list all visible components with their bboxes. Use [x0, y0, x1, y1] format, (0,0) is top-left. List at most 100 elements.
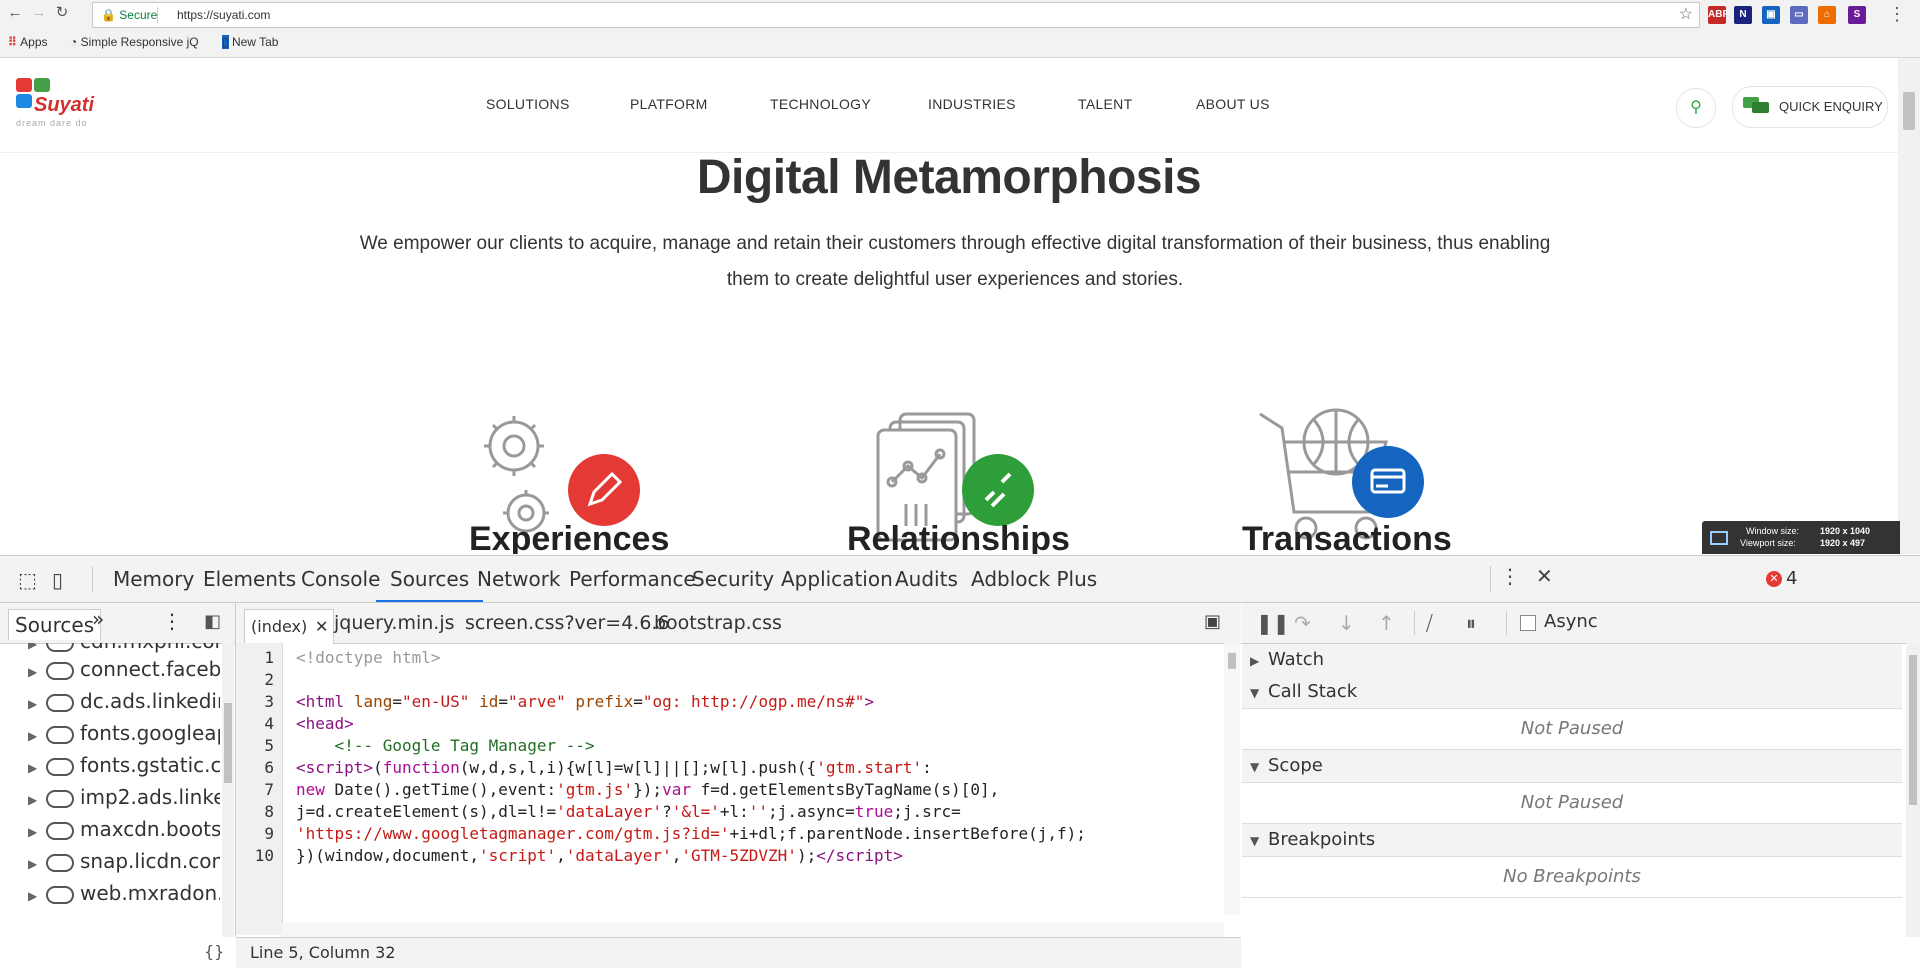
code-line[interactable]: <!doctype html> [296, 647, 441, 669]
debugger-scroll-thumb[interactable] [1909, 655, 1917, 805]
tab-network[interactable]: Network [477, 556, 561, 602]
code-area[interactable]: <!doctype html> <html lang="en-US" id="ar… [282, 643, 1224, 923]
section-breakpoints[interactable]: ▼ Breakpoints [1242, 824, 1902, 857]
section-watch[interactable]: ▶ Watch [1242, 644, 1902, 677]
back-icon[interactable]: ← [6, 4, 24, 22]
code-line[interactable]: new Date().getTime(),event:'gtm.js'});va… [296, 779, 999, 801]
menu-platform[interactable]: PLATFORM [630, 96, 708, 112]
line-number[interactable]: 9 [238, 823, 274, 845]
device-toolbar-icon[interactable]: ▯ [52, 568, 63, 592]
bookmark-apps[interactable]: ⠿ Apps [8, 33, 48, 51]
line-number[interactable]: 4 [238, 713, 274, 735]
page-scrollbar[interactable] [1898, 58, 1920, 554]
s-extension-icon[interactable]: S [1848, 6, 1866, 24]
logo-text[interactable]: Suyati [34, 94, 94, 117]
tag-icon[interactable]: ⌂ [1818, 6, 1836, 24]
editor-horizontal-scrollbar[interactable] [282, 923, 1224, 937]
navigator-scroll-thumb[interactable] [224, 703, 232, 783]
tab-console[interactable]: Console [301, 556, 380, 602]
editor-tab-index[interactable]: (index) ✕ [244, 609, 334, 644]
tab-memory[interactable]: Memory [113, 556, 194, 602]
line-number[interactable]: 2 [238, 669, 274, 691]
reload-icon[interactable]: ↻ [53, 4, 71, 22]
code-line[interactable]: j=d.createElement(s),dl=l!='dataLayer'?'… [296, 801, 961, 823]
bookmark-new-tab[interactable]: ▯ New Tab [222, 33, 278, 51]
menu-solutions[interactable]: SOLUTIONS [486, 96, 570, 112]
editor-scroll-thumb[interactable] [1228, 653, 1236, 669]
debugger-scrollbar[interactable] [1906, 643, 1920, 937]
tab-adblock-plus[interactable]: Adblock Plus [971, 556, 1097, 602]
close-tab-icon[interactable]: ✕ [315, 610, 328, 644]
navigator-menu-icon[interactable]: ⋮ [162, 609, 182, 633]
adblock-icon[interactable]: ABP [1708, 6, 1729, 24]
search-button[interactable]: ⚲ [1676, 88, 1716, 128]
editor-scrollbar[interactable] [1224, 643, 1240, 915]
tree-item-domain[interactable]: ▶ snap.licdn.com [0, 845, 220, 877]
code-line[interactable]: 'https://www.googletagmanager.com/gtm.js… [296, 823, 1086, 845]
window-size-label: Window size: [1746, 526, 1800, 536]
n-extension-icon[interactable]: N [1734, 6, 1752, 24]
tree-item-domain[interactable]: ▶ web.mxradon.com [0, 877, 220, 909]
forward-icon[interactable]: → [30, 4, 48, 22]
url-text[interactable]: https://suyati.com [177, 3, 270, 27]
code-line[interactable]: <head> [296, 713, 354, 735]
code-line[interactable]: <html lang="en-US" id="arve" prefix="og:… [296, 691, 874, 713]
navigator-tab-sources[interactable]: Sources [8, 609, 102, 640]
more-tabs-icon[interactable]: » [92, 607, 104, 631]
menu-talent[interactable]: TALENT [1078, 96, 1132, 112]
quick-enquiry-button[interactable]: QUICK ENQUIRY [1732, 86, 1888, 128]
inspect-element-icon[interactable]: ⬚ [18, 568, 37, 592]
line-number[interactable]: 1 [238, 647, 274, 669]
pretty-print-icon[interactable]: {} [204, 942, 224, 961]
step-out-icon[interactable]: ↑ [1378, 611, 1395, 635]
deactivate-breakpoints-icon[interactable]: ⧸ [1426, 611, 1433, 635]
line-number[interactable]: 6 [238, 757, 274, 779]
code-line[interactable]: <!-- Google Tag Manager --> [296, 735, 595, 757]
line-number[interactable]: 3 [238, 691, 274, 713]
line-number[interactable]: 10 [238, 845, 274, 867]
menu-technology[interactable]: TECHNOLOGY [770, 96, 871, 112]
close-devtools-icon[interactable]: ✕ [1536, 564, 1553, 588]
menu-industries[interactable]: INDUSTRIES [928, 96, 1016, 112]
tab-application[interactable]: Application [781, 556, 893, 602]
toggle-debugger-icon[interactable]: ▣ [1204, 611, 1221, 632]
page-scroll-thumb[interactable] [1903, 92, 1915, 130]
async-checkbox[interactable] [1520, 615, 1536, 631]
line-number[interactable]: 8 [238, 801, 274, 823]
tree-item-domain[interactable]: ▶ imp2.ads.linkedin.com [0, 781, 220, 813]
tree-item-domain[interactable]: ▶ maxcdn.bootstrapcdn.com [0, 813, 220, 845]
tab-sources[interactable]: Sources [376, 556, 484, 602]
code-line[interactable]: })(window,document,'script','dataLayer',… [296, 845, 903, 867]
tree-item-domain[interactable]: ▶ dc.ads.linkedin.com [0, 685, 220, 717]
chrome-menu-icon[interactable]: ⋮ [1888, 4, 1906, 25]
step-into-icon[interactable]: ↓ [1338, 611, 1355, 635]
tab-audits[interactable]: Audits [895, 556, 958, 602]
editor-tab-jquery[interactable]: jquery.min.js [334, 603, 455, 643]
tab-elements[interactable]: Elements [203, 556, 296, 602]
menu-about-us[interactable]: ABOUT US [1196, 96, 1270, 112]
screen-capture-icon[interactable]: ▭ [1790, 6, 1808, 24]
line-number[interactable]: 5 [238, 735, 274, 757]
pause-on-exceptions-icon[interactable]: ⏸ [1466, 611, 1476, 635]
page-icon[interactable]: ▣ [1762, 6, 1780, 24]
omnibox-divider [157, 7, 158, 23]
bookmark-star-icon[interactable]: ☆ [1679, 3, 1693, 27]
editor-tab-screen-css[interactable]: screen.css?ver=4.6.6 [465, 603, 670, 643]
tab-security[interactable]: Security [692, 556, 774, 602]
section-call-stack[interactable]: ▼ Call Stack [1242, 676, 1902, 709]
tree-item-domain[interactable]: ▶ fonts.googleapis.com [0, 717, 220, 749]
step-over-icon[interactable]: ↷ [1294, 611, 1311, 635]
line-number[interactable]: 7 [238, 779, 274, 801]
address-bar[interactable]: 🔒 Secure https://suyati.com ☆ [92, 2, 1700, 28]
tree-item-domain[interactable]: ▶ fonts.gstatic.com [0, 749, 220, 781]
navigator-scrollbar[interactable] [222, 643, 234, 937]
devtools-menu-icon[interactable]: ⋮ [1500, 564, 1520, 588]
editor-tab-bootstrap-css[interactable]: bootstrap.css [654, 603, 782, 643]
tree-item-domain[interactable]: ▶ connect.facebook.net [0, 653, 220, 685]
tab-performance[interactable]: Performance [569, 556, 696, 602]
code-line[interactable]: <script>(function(w,d,s,l,i){w[l]=w[l]||… [296, 757, 932, 779]
section-scope[interactable]: ▼ Scope [1242, 750, 1902, 783]
bookmark-simple-responsive[interactable]: ◔ Simple Responsive jQ [70, 33, 199, 51]
toggle-navigator-icon[interactable]: ◧ [204, 611, 221, 632]
pause-icon[interactable]: ❚❚ [1256, 611, 1290, 635]
